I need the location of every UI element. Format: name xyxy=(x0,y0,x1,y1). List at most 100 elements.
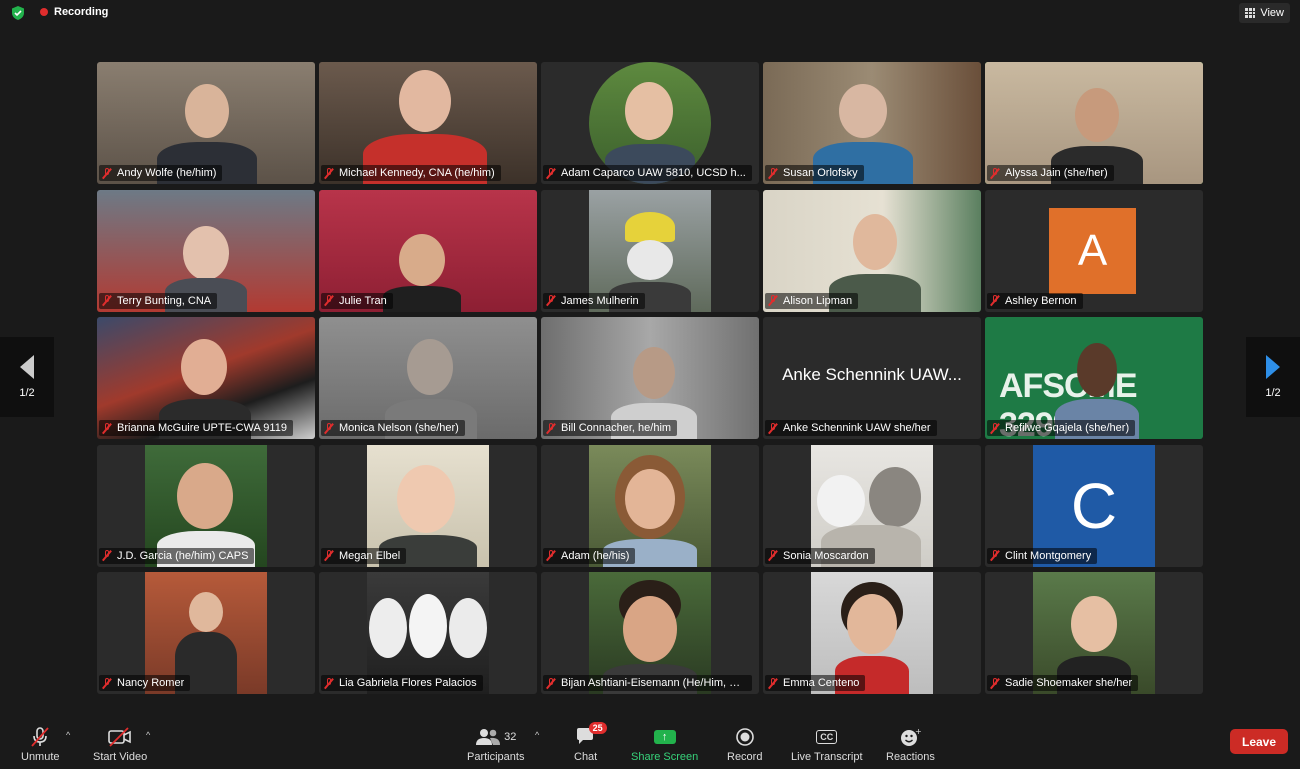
security-shield-icon[interactable] xyxy=(10,5,26,21)
share-screen-arrow-icon: ↑ xyxy=(654,730,676,744)
start-video-button[interactable]: Start Video xyxy=(93,726,147,763)
leave-meeting-button[interactable]: Leave xyxy=(1230,729,1288,754)
chat-button[interactable]: 25 Chat xyxy=(574,726,597,763)
meeting-toolbar: Unmute ^ Start Video ^ 32 Participants ^… xyxy=(0,720,1300,769)
video-tile[interactable]: C Clint Montgomery xyxy=(985,445,1203,567)
next-page-button[interactable]: 1/2 xyxy=(1246,337,1300,417)
participant-name: Monica Nelson (she/her) xyxy=(339,422,459,434)
participant-name: Ashley Bernon xyxy=(1005,295,1077,307)
recording-label: Recording xyxy=(54,6,108,18)
previous-page-button[interactable]: 1/2 xyxy=(0,337,54,417)
mic-muted-icon xyxy=(546,295,556,306)
participant-name-tag: Adam (he/his) xyxy=(543,548,635,564)
video-tile[interactable]: Emma Centeno xyxy=(763,572,981,694)
participant-name: Bill Connacher, he/him xyxy=(561,422,671,434)
participant-name-tag: Monica Nelson (she/her) xyxy=(321,420,465,436)
video-tile[interactable]: Monica Nelson (she/her) xyxy=(319,317,537,439)
video-tile[interactable]: Bijan Ashtiani-Eisemann (He/Him, R... xyxy=(541,572,759,694)
participants-options-chevron-icon[interactable]: ^ xyxy=(535,730,539,740)
video-tile[interactable]: Adam Caparco UAW 5810, UCSD h... xyxy=(541,62,759,184)
participant-name: Susan Orlofsky xyxy=(783,167,858,179)
video-tile[interactable]: Alison Lipman xyxy=(763,190,981,312)
unmute-label: Unmute xyxy=(21,751,60,763)
mic-muted-icon xyxy=(768,678,778,689)
participant-name: Alison Lipman xyxy=(783,295,852,307)
participant-display-name: Anke Schennink UAW... xyxy=(763,365,981,385)
recording-dot-icon xyxy=(40,8,48,16)
participant-name: Megan Elbel xyxy=(339,550,400,562)
start-video-label: Start Video xyxy=(93,751,147,763)
mic-muted-icon xyxy=(546,678,556,689)
mic-muted-icon xyxy=(990,423,1000,434)
mic-muted-icon xyxy=(768,168,778,179)
video-tile[interactable]: Julie Tran xyxy=(319,190,537,312)
mic-muted-icon xyxy=(546,550,556,561)
mic-muted-icon xyxy=(102,678,112,689)
record-button[interactable]: Record xyxy=(727,726,762,763)
video-tile[interactable]: Andy Wolfe (he/him) xyxy=(97,62,315,184)
mic-muted-icon xyxy=(990,678,1000,689)
audio-options-chevron-icon[interactable]: ^ xyxy=(66,730,70,740)
participant-name-tag: Alison Lipman xyxy=(765,293,858,309)
video-tile[interactable]: Terry Bunting, CNA xyxy=(97,190,315,312)
participants-button[interactable]: 32 Participants xyxy=(467,726,524,763)
reactions-label: Reactions xyxy=(886,751,935,763)
video-tile[interactable]: Lia Gabriela Flores Palacios xyxy=(319,572,537,694)
video-tile[interactable]: Sadie Shoemaker she/her xyxy=(985,572,1203,694)
record-icon xyxy=(735,726,755,748)
participant-name-tag: Andy Wolfe (he/him) xyxy=(99,165,222,181)
video-tile[interactable]: Sonia Moscardon xyxy=(763,445,981,567)
participant-name: Anke Schennink UAW she/her xyxy=(783,422,931,434)
video-options-chevron-icon[interactable]: ^ xyxy=(146,730,150,740)
video-tile[interactable]: Megan Elbel xyxy=(319,445,537,567)
participant-name: Sadie Shoemaker she/her xyxy=(1005,677,1132,689)
page-indicator-right: 1/2 xyxy=(1265,387,1280,399)
mic-muted-icon xyxy=(990,168,1000,179)
video-tile[interactable]: Michael Kennedy, CNA (he/him) xyxy=(319,62,537,184)
participants-count: 32 xyxy=(504,731,516,743)
participant-name-tag: Lia Gabriela Flores Palacios xyxy=(321,675,483,691)
video-tile[interactable]: James Mulherin xyxy=(541,190,759,312)
video-tile[interactable]: Adam (he/his) xyxy=(541,445,759,567)
video-tile[interactable]: Susan Orlofsky xyxy=(763,62,981,184)
chat-label: Chat xyxy=(574,751,597,763)
participant-name-tag: Alyssa Jain (she/her) xyxy=(987,165,1114,181)
participant-name-tag: Sonia Moscardon xyxy=(765,548,875,564)
grid-view-icon xyxy=(1245,8,1255,18)
participant-name: Clint Montgomery xyxy=(1005,550,1091,562)
video-tile[interactable]: AFSCME 3299 Refilwe Gqajela (she/her) xyxy=(985,317,1203,439)
participant-name-tag: Julie Tran xyxy=(321,293,393,309)
mic-muted-icon xyxy=(324,423,334,434)
live-transcript-button[interactable]: CC Live Transcript xyxy=(791,726,863,763)
video-tile[interactable]: A Ashley Bernon xyxy=(985,190,1203,312)
participant-name-tag: Emma Centeno xyxy=(765,675,865,691)
recording-indicator[interactable]: Recording xyxy=(40,6,108,18)
participant-name-tag: Sadie Shoemaker she/her xyxy=(987,675,1138,691)
reactions-button[interactable]: + Reactions xyxy=(886,726,935,763)
participant-name-tag: Bill Connacher, he/him xyxy=(543,420,677,436)
participant-name-tag: Brianna McGuire UPTE-CWA 9119 xyxy=(99,420,293,436)
video-tile[interactable]: Anke Schennink UAW... Anke Schennink UAW… xyxy=(763,317,981,439)
participant-name-tag: J.D. Garcia (he/him) CAPS xyxy=(99,548,254,564)
video-tile-active-speaker[interactable]: Alyssa Jain (she/her) xyxy=(985,62,1203,184)
video-tile[interactable]: Nancy Romer xyxy=(97,572,315,694)
participant-name: Julie Tran xyxy=(339,295,387,307)
mic-muted-icon xyxy=(102,550,112,561)
mic-muted-icon xyxy=(768,295,778,306)
participant-name: Brianna McGuire UPTE-CWA 9119 xyxy=(117,422,287,434)
participant-name: Adam (he/his) xyxy=(561,550,629,562)
participant-avatar: A xyxy=(1049,208,1136,294)
microphone-muted-icon xyxy=(29,726,51,748)
share-screen-button[interactable]: ↑ Share Screen xyxy=(631,726,698,763)
unmute-button[interactable]: Unmute xyxy=(21,726,60,763)
video-tile[interactable]: Bill Connacher, he/him xyxy=(541,317,759,439)
participant-name-tag: Michael Kennedy, CNA (he/him) xyxy=(321,165,501,181)
mic-muted-icon xyxy=(102,295,112,306)
video-tile[interactable]: Brianna McGuire UPTE-CWA 9119 xyxy=(97,317,315,439)
view-button[interactable]: View xyxy=(1239,3,1290,23)
mic-muted-icon xyxy=(546,423,556,434)
participant-name-tag: Adam Caparco UAW 5810, UCSD h... xyxy=(543,165,752,181)
participant-name-tag: Megan Elbel xyxy=(321,548,406,564)
participant-name: Nancy Romer xyxy=(117,677,184,689)
video-tile[interactable]: J.D. Garcia (he/him) CAPS xyxy=(97,445,315,567)
